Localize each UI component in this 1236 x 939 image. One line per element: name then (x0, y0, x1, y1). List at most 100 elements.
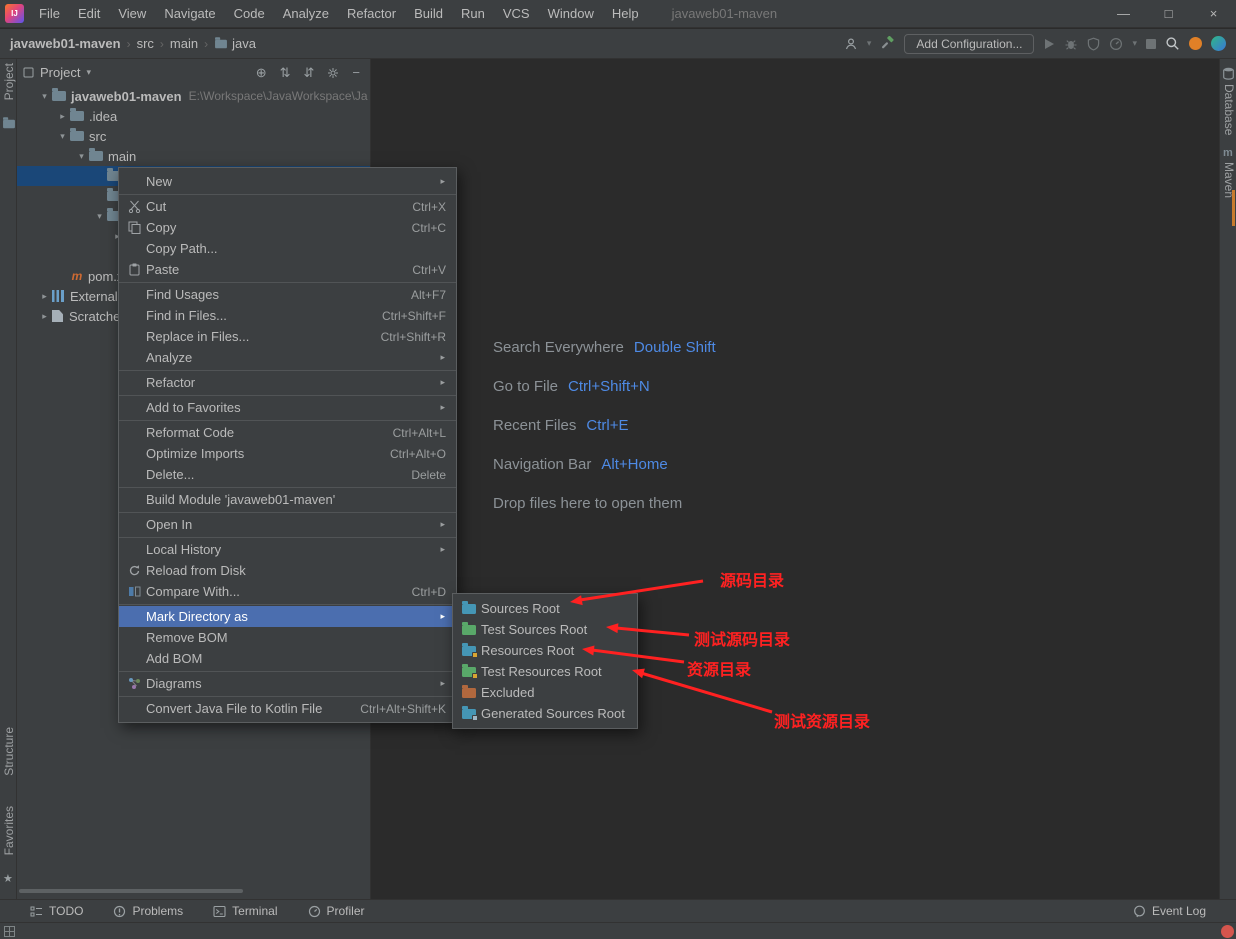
update-notification-icon[interactable] (1189, 37, 1202, 50)
close-button[interactable]: × (1191, 0, 1236, 27)
project-view-selector[interactable]: Project (40, 65, 80, 80)
tool-tab-structure[interactable]: Structure (2, 727, 16, 776)
menu-item-find-usages[interactable]: Find Usages Alt+F7 (119, 284, 456, 305)
menu-item-analyze[interactable]: Analyze ▸ (119, 347, 456, 368)
tree-row-main[interactable]: ▾ main (17, 146, 370, 166)
minimize-button[interactable]: — (1101, 0, 1146, 27)
coverage-shield-icon[interactable] (1087, 37, 1100, 51)
menu-analyze[interactable]: Analyze (274, 0, 338, 27)
submenu-item-test-resources-root[interactable]: Test Resources Root (453, 661, 637, 682)
submenu-item-test-sources-root[interactable]: Test Sources Root (453, 619, 637, 640)
tool-tab-terminal[interactable]: Terminal (213, 904, 278, 918)
menu-item-reformat-code[interactable]: Reformat Code Ctrl+Alt+L (119, 422, 456, 443)
caret-right-icon[interactable]: ▸ (37, 311, 52, 322)
menu-help[interactable]: Help (603, 0, 648, 27)
menu-item-cut[interactable]: Cut Ctrl+X (119, 196, 456, 217)
toolwindow-switcher-icon[interactable] (4, 926, 15, 937)
menu-edit[interactable]: Edit (69, 0, 109, 27)
stop-icon[interactable] (1146, 38, 1156, 49)
menu-item-diagrams[interactable]: Diagrams ▸ (119, 673, 456, 694)
build-hammer-icon[interactable] (880, 36, 895, 51)
submenu-item-sources-root[interactable]: Sources Root (453, 598, 637, 619)
menu-item-paste[interactable]: Paste Ctrl+V (119, 259, 456, 280)
menu-label: Copy (146, 220, 177, 235)
submenu-item-resources-root[interactable]: Resources Root (453, 640, 637, 661)
caret-down-icon[interactable]: ▾ (74, 151, 89, 162)
menu-item-mark-directory-as[interactable]: Mark Directory as ▸ (119, 606, 456, 627)
collapse-all-icon[interactable]: ⇵ (304, 65, 315, 81)
tool-tab-problems[interactable]: Problems (113, 904, 183, 918)
caret-right-icon[interactable]: ▸ (37, 291, 52, 302)
settings-gear-icon[interactable] (327, 67, 339, 79)
menu-item-local-history[interactable]: Local History ▸ (119, 539, 456, 560)
fatal-error-indicator[interactable] (1221, 925, 1234, 938)
menu-item-reload-from-disk[interactable]: Reload from Disk (119, 560, 456, 581)
menu-build[interactable]: Build (405, 0, 452, 27)
star-icon[interactable]: ★ (3, 872, 13, 885)
expand-all-icon[interactable]: ⇅ (280, 65, 291, 81)
tree-row-src[interactable]: ▾ src (17, 126, 370, 146)
breadcrumb-java[interactable]: java (232, 36, 256, 51)
caret-down-icon[interactable]: ▾ (92, 211, 107, 222)
menu-run[interactable]: Run (452, 0, 494, 27)
menu-item-replace-in-files[interactable]: Replace in Files... Ctrl+Shift+R (119, 326, 456, 347)
menu-item-copy[interactable]: Copy Ctrl+C (119, 217, 456, 238)
tree-row-idea[interactable]: ▸ .idea (17, 106, 370, 126)
locate-icon[interactable]: ⊕ (256, 65, 267, 81)
submenu-item-generated-sources-root[interactable]: Generated Sources Root (453, 703, 637, 724)
caret-down-icon[interactable]: ▾ (37, 91, 52, 102)
menu-item-refactor[interactable]: Refactor ▸ (119, 372, 456, 393)
menu-item-delete[interactable]: Delete... Delete (119, 464, 456, 485)
tool-tab-event-log[interactable]: Event Log (1133, 904, 1222, 918)
breadcrumb-project[interactable]: javaweb01-maven (10, 36, 121, 51)
menu-item-open-in[interactable]: Open In ▸ (119, 514, 456, 535)
menu-item-compare-with[interactable]: Compare With... Ctrl+D (119, 581, 456, 602)
tool-tab-todo[interactable]: TODO (30, 904, 83, 918)
tool-tab-project[interactable]: Project (2, 63, 16, 100)
menu-item-convert-to-kotlin[interactable]: Convert Java File to Kotlin File Ctrl+Alt… (119, 698, 456, 719)
menu-code[interactable]: Code (225, 0, 274, 27)
tool-tab-profiler[interactable]: Profiler (308, 904, 365, 918)
menu-label: Add to Favorites (146, 400, 241, 415)
menu-item-remove-bom[interactable]: Remove BOM (119, 627, 456, 648)
horizontal-scrollbar[interactable] (19, 889, 243, 893)
search-icon[interactable] (1165, 36, 1180, 51)
database-icon[interactable] (1222, 67, 1235, 80)
chevron-down-icon[interactable]: ▾ (867, 38, 872, 49)
tree-row-project-root[interactable]: ▾ javaweb01-maven E:\Workspace\JavaWorks… (17, 86, 370, 106)
menu-item-find-in-files[interactable]: Find in Files... Ctrl+Shift+F (119, 305, 456, 326)
menu-refactor[interactable]: Refactor (338, 0, 405, 27)
menu-navigate[interactable]: Navigate (155, 0, 224, 27)
chevron-down-icon[interactable]: ▾ (86, 67, 91, 78)
breadcrumb-src[interactable]: src (137, 36, 154, 51)
run-icon[interactable] (1043, 38, 1055, 50)
menu-file[interactable]: File (30, 0, 69, 27)
add-configuration-button[interactable]: Add Configuration... (904, 33, 1035, 54)
tool-tab-database[interactable]: Database (1222, 84, 1236, 135)
menu-shortcut: Ctrl+D (411, 584, 446, 599)
profiler-gauge-icon[interactable] (1109, 37, 1123, 51)
menu-view[interactable]: View (109, 0, 155, 27)
menu-item-add-bom[interactable]: Add BOM (119, 648, 456, 669)
submenu-item-excluded[interactable]: Excluded (453, 682, 637, 703)
menu-window[interactable]: Window (539, 0, 603, 27)
vcs-user-icon[interactable] (844, 37, 858, 51)
folder-icon[interactable] (3, 117, 15, 129)
menu-item-new[interactable]: New ▸ (119, 171, 456, 192)
menu-item-build-module[interactable]: Build Module 'javaweb01-maven' (119, 489, 456, 510)
chevron-down-icon[interactable]: ▾ (1132, 38, 1137, 49)
tool-tab-favorites[interactable]: Favorites (2, 806, 16, 855)
maximize-button[interactable]: □ (1146, 0, 1191, 27)
menu-bar: File Edit View Navigate Code Analyze Ref… (30, 0, 648, 27)
caret-right-icon[interactable]: ▸ (55, 111, 70, 122)
menu-item-add-to-favorites[interactable]: Add to Favorites ▸ (119, 397, 456, 418)
debug-bug-icon[interactable] (1064, 37, 1078, 51)
hide-panel-icon[interactable]: − (352, 65, 360, 80)
menu-vcs[interactable]: VCS (494, 0, 539, 27)
breadcrumb-main[interactable]: main (170, 36, 198, 51)
menu-item-optimize-imports[interactable]: Optimize Imports Ctrl+Alt+O (119, 443, 456, 464)
menu-item-copy-path[interactable]: Copy Path... (119, 238, 456, 259)
maven-icon[interactable]: m (1223, 147, 1233, 159)
caret-down-icon[interactable]: ▾ (55, 131, 70, 142)
gradient-profile-icon[interactable] (1211, 36, 1226, 51)
